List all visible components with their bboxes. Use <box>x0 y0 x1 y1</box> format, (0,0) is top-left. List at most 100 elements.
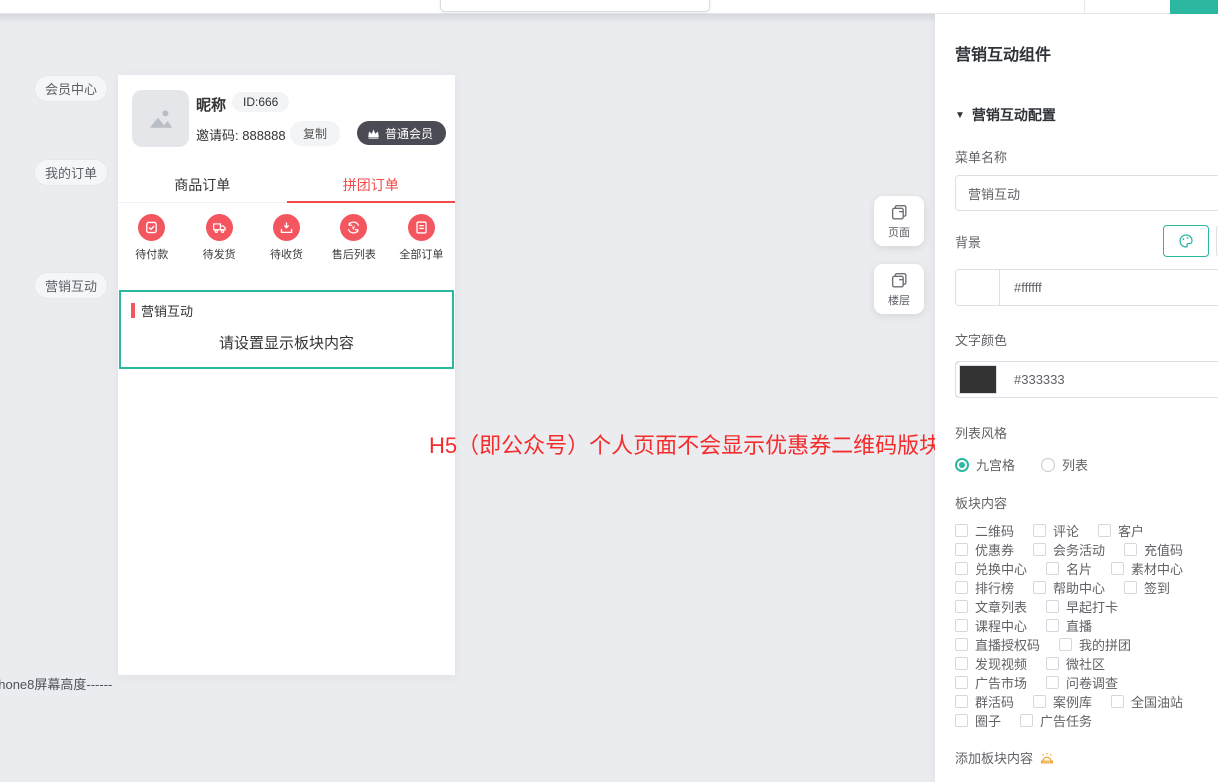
checkbox-icon <box>1020 714 1033 727</box>
checkbox-label: 排行榜 <box>975 578 1014 597</box>
checkbox-label: 名片 <box>1066 559 1092 578</box>
background-row: 背景 <box>955 225 1218 257</box>
checkbox-live-auth-code[interactable]: 直播授权码 <box>955 635 1040 654</box>
checkbox-early-rise-card[interactable]: 早起打卡 <box>1046 597 1118 616</box>
shortcut-label: 全部订单 <box>399 246 443 262</box>
add-blocks-label: 添加板块内容 <box>955 748 1033 767</box>
shortcut-pending-payment[interactable]: 待付款 <box>118 214 185 270</box>
background-color-value-input[interactable] <box>1000 270 1218 305</box>
checkbox-course-center[interactable]: 课程中心 <box>955 616 1027 635</box>
checkbox-label: 签到 <box>1144 578 1170 597</box>
text-color-field[interactable] <box>955 361 1218 398</box>
checkbox-business-card[interactable]: 名片 <box>1046 559 1092 578</box>
after-sale-refresh-icon: ¥ <box>340 214 367 241</box>
checkbox-label: 群活码 <box>975 692 1014 711</box>
checkbox-help-center[interactable]: 帮助中心 <box>1033 578 1105 597</box>
checkbox-icon <box>955 543 968 556</box>
tab-goods-orders[interactable]: 商品订单 <box>118 170 287 202</box>
radio-grid-style[interactable]: 九宫格 <box>955 455 1015 474</box>
shortcut-after-sale[interactable]: ¥ 售后列表 <box>320 214 387 270</box>
canvas-tag-marketing[interactable]: 营销互动 <box>35 273 107 298</box>
checkbox-sign-in[interactable]: 签到 <box>1124 578 1170 597</box>
float-button-page[interactable]: 页面 <box>874 196 924 246</box>
clipboard-check-icon <box>138 214 165 241</box>
checkbox-icon <box>1033 543 1046 556</box>
topbar-accent-button[interactable] <box>1170 0 1218 14</box>
shortcut-pending-shipment[interactable]: 待发货 <box>185 214 252 270</box>
checkbox-icon <box>1033 524 1046 537</box>
menu-name-label: 菜单名称 <box>955 147 1218 166</box>
checkbox-circle[interactable]: 圈子 <box>955 711 1001 730</box>
editor-canvas: 会员中心 我的订单 营销互动 昵称 ID:666 邀请码: 888888 复制 <box>0 14 935 782</box>
checkbox-case-library[interactable]: 案例库 <box>1033 692 1092 711</box>
alarm-icon[interactable] <box>1039 750 1055 766</box>
topbar-divider <box>1084 0 1085 14</box>
checkbox-label: 微社区 <box>1066 654 1105 673</box>
canvas-tag-member-center[interactable]: 会员中心 <box>35 76 107 101</box>
background-color-mode-button[interactable] <box>1163 225 1209 257</box>
checkbox-live[interactable]: 直播 <box>1046 616 1092 635</box>
text-color-swatch[interactable] <box>956 362 1000 397</box>
checkbox-icon <box>1046 676 1059 689</box>
float-button-label: 页面 <box>888 224 910 240</box>
checkbox-material-center[interactable]: 素材中心 <box>1111 559 1183 578</box>
checkbox-label: 全国油站 <box>1131 692 1183 711</box>
checkbox-meeting-activity[interactable]: 会务活动 <box>1033 540 1105 559</box>
checkbox-label: 直播 <box>1066 616 1092 635</box>
checkbox-gas-station[interactable]: 全国油站 <box>1111 692 1183 711</box>
checkbox-label: 会务活动 <box>1053 540 1105 559</box>
background-color-field[interactable] <box>955 269 1218 306</box>
radio-list-style[interactable]: 列表 <box>1041 455 1088 474</box>
checkbox-label: 我的拼团 <box>1079 635 1131 654</box>
phone-preview: 昵称 ID:666 邀请码: 888888 复制 普通会员 商品订单 拼团订单 <box>118 75 455 675</box>
checkbox-survey[interactable]: 问卷调查 <box>1046 673 1118 692</box>
checkbox-icon <box>1124 581 1137 594</box>
checkbox-label: 广告任务 <box>1040 711 1092 730</box>
checkbox-icon <box>1033 695 1046 708</box>
truck-icon <box>206 214 233 241</box>
float-button-floor[interactable]: 楼层 <box>874 264 924 314</box>
shortcut-label: 售后列表 <box>332 246 376 262</box>
section-header-marketing-config[interactable]: ▼ 营销互动配置 <box>955 105 1218 125</box>
checkbox-ranking[interactable]: 排行榜 <box>955 578 1014 597</box>
canvas-tag-my-orders[interactable]: 我的订单 <box>35 160 107 185</box>
checkbox-label: 客户 <box>1118 521 1144 540</box>
checkbox-icon <box>1124 543 1137 556</box>
selected-marketing-block[interactable]: 营销互动 请设置显示板块内容 <box>119 290 454 369</box>
copy-button[interactable]: 复制 <box>290 121 340 146</box>
checkbox-coupon[interactable]: 优惠券 <box>955 540 1014 559</box>
radio-label: 九宫格 <box>976 455 1015 474</box>
checkbox-article-list[interactable]: 文章列表 <box>955 597 1027 616</box>
checkbox-customer[interactable]: 客户 <box>1098 521 1144 540</box>
checkbox-ad-market[interactable]: 广告市场 <box>955 673 1027 692</box>
checkbox-icon <box>1098 524 1111 537</box>
order-list-icon <box>408 214 435 241</box>
checkbox-my-groupon[interactable]: 我的拼团 <box>1059 635 1131 654</box>
checkbox-ad-task[interactable]: 广告任务 <box>1020 711 1092 730</box>
shortcut-pending-receipt[interactable]: 待收货 <box>253 214 320 270</box>
checkbox-recharge-code[interactable]: 充值码 <box>1124 540 1183 559</box>
avatar <box>132 90 189 147</box>
checkbox-icon <box>955 562 968 575</box>
topbar-search-input[interactable] <box>440 0 710 12</box>
checkbox-group-qr[interactable]: 群活码 <box>955 692 1014 711</box>
checkbox-label: 二维码 <box>975 521 1014 540</box>
add-blocks-row: 添加板块内容 <box>955 748 1218 767</box>
checkbox-micro-community[interactable]: 微社区 <box>1046 654 1105 673</box>
svg-text:¥: ¥ <box>352 225 356 232</box>
blocks-content-label: 板块内容 <box>955 493 1218 512</box>
checkbox-icon <box>1046 619 1059 632</box>
shortcut-all-orders[interactable]: 全部订单 <box>388 214 455 270</box>
checkbox-label: 案例库 <box>1053 692 1092 711</box>
checkbox-discover-video[interactable]: 发现视频 <box>955 654 1027 673</box>
tab-groupon-orders[interactable]: 拼团订单 <box>287 170 456 202</box>
menu-name-input[interactable] <box>955 175 1218 211</box>
text-color-value-input[interactable] <box>1000 362 1218 397</box>
package-receive-icon <box>273 214 300 241</box>
crown-icon <box>367 128 380 139</box>
background-color-swatch[interactable] <box>956 270 1000 305</box>
checkbox-qrcode[interactable]: 二维码 <box>955 521 1014 540</box>
checkbox-exchange-center[interactable]: 兑换中心 <box>955 559 1027 578</box>
checkbox-comment[interactable]: 评论 <box>1033 521 1079 540</box>
radio-off-icon <box>1041 458 1055 472</box>
